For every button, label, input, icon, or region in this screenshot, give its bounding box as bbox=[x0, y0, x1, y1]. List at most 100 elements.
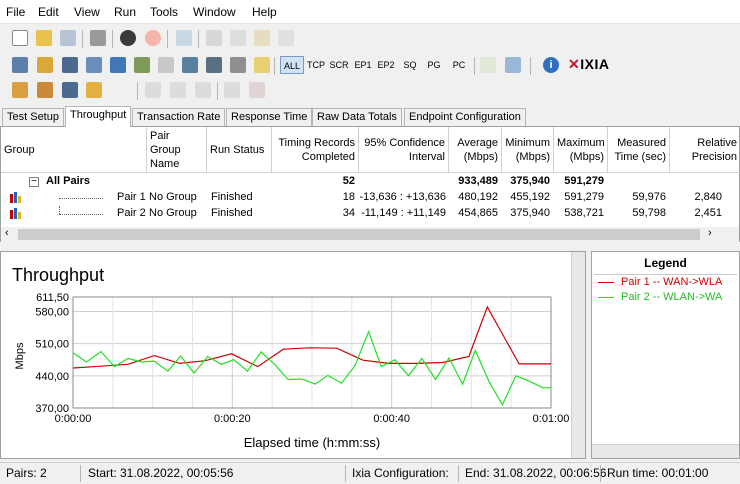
cut-icon[interactable] bbox=[206, 30, 222, 46]
print-icon[interactable] bbox=[90, 30, 106, 46]
edit-icon[interactable] bbox=[158, 57, 174, 73]
cell-confidence-interval: -13,636 : +13,636 bbox=[359, 191, 446, 203]
scroll-left-icon[interactable]: ‹ bbox=[5, 227, 9, 239]
open-folder-icon[interactable] bbox=[36, 30, 52, 46]
sort-icon[interactable] bbox=[230, 57, 246, 73]
table-row[interactable]: Pair 1 No Group Finished 18 -13,636 : +1… bbox=[1, 190, 739, 206]
ixia-logo-text: IXIA bbox=[580, 56, 610, 72]
tab-endpoint-configuration[interactable]: Endpoint Configuration bbox=[404, 108, 526, 126]
find-icon[interactable] bbox=[182, 57, 198, 73]
menu-help[interactable]: Help bbox=[252, 5, 277, 19]
filter-ep2-button[interactable]: EP2 bbox=[375, 56, 397, 74]
add-group-icon[interactable] bbox=[62, 57, 78, 73]
legend-swatch-pair2 bbox=[598, 297, 614, 298]
rename-icon[interactable] bbox=[206, 57, 222, 73]
column-header-confidence-interval[interactable]: 95% Confidence Interval bbox=[359, 127, 449, 173]
tools-icon[interactable] bbox=[86, 82, 102, 98]
menu-view[interactable]: View bbox=[74, 5, 100, 19]
move-icon[interactable] bbox=[195, 82, 211, 98]
column-header-group[interactable]: Group bbox=[1, 127, 147, 173]
export-icon[interactable] bbox=[505, 57, 521, 73]
menu-tools[interactable]: Tools bbox=[150, 5, 178, 19]
collapse-toggle[interactable]: − bbox=[29, 177, 39, 187]
paste-icon[interactable] bbox=[254, 30, 270, 46]
add-multicast-icon[interactable] bbox=[37, 57, 53, 73]
topology-icon[interactable] bbox=[62, 82, 78, 98]
filter-scr-button[interactable]: SCR bbox=[328, 56, 350, 74]
throughput-chart: Throughput 611,50580,00510,00440,00370,0… bbox=[12, 265, 569, 450]
x-tick-label: 0:00:20 bbox=[214, 413, 251, 425]
column-header-minimum[interactable]: Minimum (Mbps) bbox=[502, 127, 554, 173]
filter-sq-button[interactable]: SQ bbox=[399, 56, 421, 74]
menu-window[interactable]: Window bbox=[193, 5, 236, 19]
collapse-icon[interactable] bbox=[170, 82, 186, 98]
column-header-run-status[interactable]: Run Status bbox=[207, 127, 272, 173]
endpoint-icon[interactable] bbox=[110, 57, 126, 73]
filter-tcp-button[interactable]: TCP bbox=[305, 56, 327, 74]
cell-records: 34 bbox=[342, 207, 355, 219]
filter-all-button[interactable]: ALL bbox=[280, 56, 304, 74]
expand-icon[interactable] bbox=[145, 82, 161, 98]
column-header-measured-time[interactable]: Measured Time (sec) bbox=[608, 127, 670, 173]
table-row[interactable]: Pair 2 No Group Finished 34 -11,149 : +1… bbox=[1, 206, 739, 222]
menu-edit[interactable]: Edit bbox=[38, 5, 59, 19]
toolbar-separator bbox=[198, 30, 199, 48]
menu-file[interactable]: File bbox=[6, 5, 25, 19]
tab-response-time[interactable]: Response Time bbox=[226, 108, 313, 126]
fit-icon[interactable] bbox=[224, 82, 240, 98]
filter-ep1-button[interactable]: EP1 bbox=[352, 56, 374, 74]
run-icon[interactable] bbox=[120, 30, 136, 46]
scrollbar-thumb[interactable] bbox=[18, 229, 700, 240]
column-header-relative-precision[interactable]: Relative Precision bbox=[670, 127, 740, 173]
cell-average: 933,489 bbox=[458, 175, 498, 187]
group-label: All Pairs bbox=[46, 175, 91, 187]
refresh-icon[interactable] bbox=[176, 30, 192, 46]
stop-icon[interactable] bbox=[145, 30, 161, 46]
network-icon[interactable] bbox=[86, 57, 102, 73]
column-header-pair-group-name[interactable]: Pair Group Name bbox=[147, 127, 207, 173]
cell-minimum: 375,940 bbox=[510, 175, 550, 187]
filter-pg-button[interactable]: PG bbox=[423, 56, 445, 74]
script-icon[interactable] bbox=[134, 57, 150, 73]
pin-icon[interactable] bbox=[37, 82, 53, 98]
toolbar-main bbox=[0, 26, 740, 52]
header-text: Maximum bbox=[557, 136, 605, 149]
scroll-right-icon[interactable]: › bbox=[708, 227, 712, 239]
header-text: Name bbox=[150, 157, 180, 170]
filter-pc-button[interactable]: PC bbox=[448, 56, 470, 74]
ixia-logo: ✕IXIA bbox=[568, 56, 609, 73]
number-icon[interactable] bbox=[254, 57, 270, 73]
x-tick-label: 0:00:40 bbox=[373, 413, 410, 425]
new-file-icon[interactable] bbox=[12, 30, 28, 46]
column-header-maximum[interactable]: Maximum (Mbps) bbox=[554, 127, 608, 173]
delete-icon[interactable] bbox=[278, 30, 294, 46]
header-text: Interval bbox=[408, 150, 445, 163]
layout-icon[interactable] bbox=[249, 82, 265, 98]
copy-icon[interactable] bbox=[230, 30, 246, 46]
legend-scrollbar[interactable] bbox=[592, 444, 739, 458]
chart-vertical-scrollbar[interactable] bbox=[571, 252, 585, 458]
x-tick-label: 0:00:00 bbox=[55, 413, 92, 425]
table-row-all-pairs[interactable]: − All Pairs 52 933,489 375,940 591,279 bbox=[1, 174, 739, 190]
cell-pair-group: No Group bbox=[149, 207, 197, 219]
tab-transaction-rate[interactable]: Transaction Rate bbox=[132, 108, 226, 126]
save-icon[interactable] bbox=[60, 30, 76, 46]
menu-run[interactable]: Run bbox=[114, 5, 136, 19]
legend-title: Legend bbox=[644, 256, 687, 270]
tab-raw-data-totals[interactable]: Raw Data Totals bbox=[312, 108, 402, 126]
toolbar-separator bbox=[167, 30, 168, 48]
cell-pair-group: No Group bbox=[149, 191, 197, 203]
legend-swatch-pair1 bbox=[598, 282, 614, 283]
tab-throughput[interactable]: Throughput bbox=[65, 106, 132, 127]
header-text: Relative bbox=[697, 136, 737, 149]
info-icon[interactable]: i bbox=[543, 57, 559, 73]
toolbar-separator bbox=[112, 30, 113, 48]
header-text: Completed bbox=[301, 150, 355, 163]
cell-maximum: 591,279 bbox=[564, 191, 604, 203]
column-header-average[interactable]: Average (Mbps) bbox=[449, 127, 502, 173]
tab-test-setup[interactable]: Test Setup bbox=[2, 108, 64, 126]
lock-icon[interactable] bbox=[12, 82, 28, 98]
add-pair-icon[interactable] bbox=[12, 57, 28, 73]
column-header-timing-records[interactable]: Timing Records Completed bbox=[272, 127, 359, 173]
report-icon[interactable] bbox=[480, 57, 496, 73]
